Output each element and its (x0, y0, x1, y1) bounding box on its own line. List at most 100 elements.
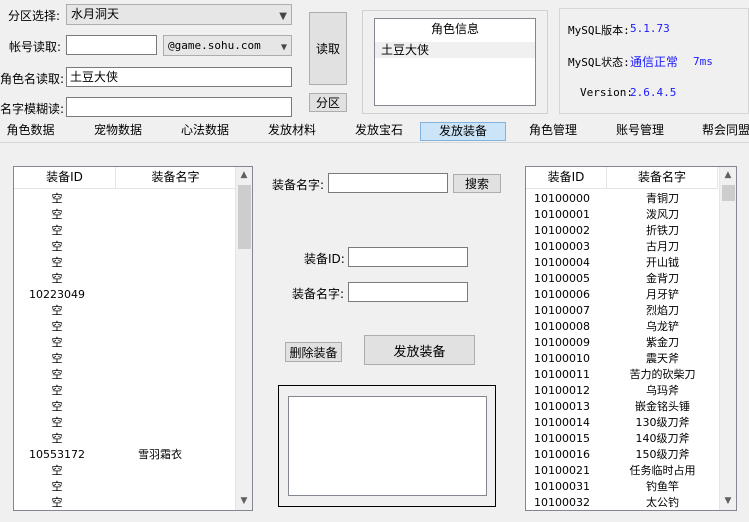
table-row[interactable]: 空 (14, 383, 220, 399)
scroll-up-icon[interactable]: ▲ (720, 167, 736, 184)
issue-equip-button[interactable]: 发放装备 (364, 335, 475, 365)
scroll-down-icon[interactable]: ▼ (236, 493, 252, 510)
tab-role-manage[interactable]: 角色管理 (520, 122, 586, 141)
table-row[interactable]: 10100015 140级刀斧 (526, 431, 718, 447)
table-row[interactable]: 10100021 任务临时占用 (526, 463, 718, 479)
tab-role-data[interactable]: 角色数据 (0, 122, 61, 141)
search-button[interactable]: 搜索 (453, 174, 501, 193)
table-row[interactable]: 空 (14, 319, 220, 335)
tab-mind-data[interactable]: 心法数据 (172, 122, 238, 141)
table-row[interactable]: 10100014 130级刀斧 (526, 415, 718, 431)
tab-pet-data[interactable]: 宠物数据 (86, 122, 150, 141)
role-name-input[interactable]: 土豆大侠 (66, 67, 292, 87)
table-row[interactable]: 10100006 月牙铲 (526, 287, 718, 303)
cell-id: 空 (51, 480, 63, 493)
equip-list-scrollbar[interactable]: ▲ ▼ (235, 167, 252, 510)
role-info-list[interactable]: 角色信息 土豆大侠 (374, 18, 536, 106)
cell-name (100, 239, 220, 255)
read-button[interactable]: 读取 (309, 12, 347, 85)
table-row[interactable]: 10553172 雪羽霜衣 (14, 447, 220, 463)
output-textbox[interactable] (288, 396, 487, 496)
table-row[interactable]: 空 (14, 223, 220, 239)
table-row[interactable]: 10100011 苦力的砍柴刀 (526, 367, 718, 383)
cell-id: 10100000 (534, 192, 590, 205)
tab-issue-equipment[interactable]: 发放装备 (420, 122, 506, 141)
delete-equip-button[interactable]: 删除装备 (285, 342, 342, 362)
table-row[interactable]: 空 (14, 431, 220, 447)
table-row[interactable]: 空 (14, 399, 220, 415)
table-row[interactable]: 10223049 (14, 287, 220, 303)
table-row[interactable]: 空 (14, 479, 220, 495)
table-row[interactable]: 空 (14, 463, 220, 479)
table-row[interactable]: 10100009 紫金刀 (526, 335, 718, 351)
table-row[interactable]: 10100001 泼风刀 (526, 207, 718, 223)
table-row[interactable]: 空 (14, 271, 220, 287)
table-row[interactable]: 空 (14, 415, 220, 431)
table-row[interactable]: 空 (14, 207, 220, 223)
equip-name-input[interactable] (348, 282, 468, 302)
tab-issue-gem[interactable]: 发放宝石 (346, 122, 412, 141)
table-row[interactable]: 空 (14, 191, 220, 207)
cell-id: 10100002 (534, 224, 590, 237)
fuzzy-input[interactable] (66, 97, 292, 117)
cell-name (100, 431, 220, 447)
tab-issue-material[interactable]: 发放材料 (259, 122, 325, 141)
col-header-name[interactable]: 装备名字 (607, 167, 718, 188)
scroll-thumb[interactable] (722, 185, 735, 201)
table-row[interactable]: 10100003 古月刀 (526, 239, 718, 255)
col-header-id[interactable]: 装备ID (14, 167, 116, 188)
domain-select-value: @game.sohu.com (168, 39, 261, 52)
equip-list-header: 装备ID 装备名字 (14, 167, 236, 189)
cell-id: 空 (51, 416, 63, 429)
cell-id: 10100012 (534, 384, 590, 397)
table-row[interactable]: 10100004 开山钺 (526, 255, 718, 271)
table-row[interactable]: 10100007 烈焰刀 (526, 303, 718, 319)
catalog-scrollbar[interactable]: ▲ ▼ (719, 167, 736, 510)
search-input[interactable] (328, 173, 448, 193)
zone-button[interactable]: 分区 (309, 93, 347, 112)
table-row[interactable]: 10100005 金背刀 (526, 271, 718, 287)
catalog-list[interactable]: 装备ID 装备名字 10100000 青铜刀 10100001 泼风刀 10100002… (525, 166, 737, 511)
table-row[interactable]: 空 (14, 255, 220, 271)
scroll-thumb[interactable] (238, 185, 251, 249)
cell-name (100, 271, 220, 287)
cell-name: 泼风刀 (646, 208, 679, 221)
catalog-list-rows: 10100000 青铜刀 10100001 泼风刀 10100002 折铁刀 1010000… (526, 191, 718, 510)
role-info-group: 角色信息 土豆大侠 (362, 10, 548, 114)
role-name-label: 角色名读取: (0, 72, 65, 86)
table-row[interactable]: 空 (14, 367, 220, 383)
table-row[interactable]: 10100016 150级刀斧 (526, 447, 718, 463)
equip-id-input[interactable] (348, 247, 468, 267)
table-row[interactable]: 10100032 太公钓 (526, 495, 718, 510)
tab-guild-alliance[interactable]: 帮会同盟 (694, 122, 749, 141)
table-row[interactable]: 10100008 乌龙铲 (526, 319, 718, 335)
tab-account-manage[interactable]: 账号管理 (607, 122, 673, 141)
cell-id: 10100013 (534, 400, 590, 413)
cell-id: 空 (51, 336, 63, 349)
table-row[interactable]: 10100013 嵌金铭头锤 (526, 399, 718, 415)
col-header-name[interactable]: 装备名字 (116, 167, 236, 188)
table-row[interactable]: 10100012 乌玛斧 (526, 383, 718, 399)
table-row[interactable]: 空 (14, 495, 220, 510)
equip-list[interactable]: 装备ID 装备名字 空空空空空空 10223049 空空空空空空空空空 1055317… (13, 166, 253, 511)
col-header-id[interactable]: 装备ID (526, 167, 607, 188)
table-row[interactable]: 空 (14, 239, 220, 255)
zone-select[interactable]: 水月洞天 ▼ (66, 4, 292, 25)
scroll-up-icon[interactable]: ▲ (236, 167, 252, 184)
output-frame (278, 385, 496, 507)
table-row[interactable]: 10100002 折铁刀 (526, 223, 718, 239)
table-row[interactable]: 10100010 震天斧 (526, 351, 718, 367)
table-row[interactable]: 空 (14, 303, 220, 319)
table-row[interactable]: 10100000 青铜刀 (526, 191, 718, 207)
table-row[interactable]: 10100031 钓鱼竿 (526, 479, 718, 495)
cell-name: 月牙铲 (646, 288, 679, 301)
table-row[interactable]: 空 (14, 335, 220, 351)
account-input[interactable] (66, 35, 157, 55)
cell-name: 青铜刀 (646, 192, 679, 205)
cell-name (100, 415, 220, 431)
role-info-item[interactable]: 土豆大侠 (375, 42, 535, 58)
scroll-down-icon[interactable]: ▼ (720, 493, 736, 510)
domain-select[interactable]: @game.sohu.com ▼ (163, 35, 292, 56)
mysql-status-value: 通信正常 (630, 55, 679, 69)
table-row[interactable]: 空 (14, 351, 220, 367)
